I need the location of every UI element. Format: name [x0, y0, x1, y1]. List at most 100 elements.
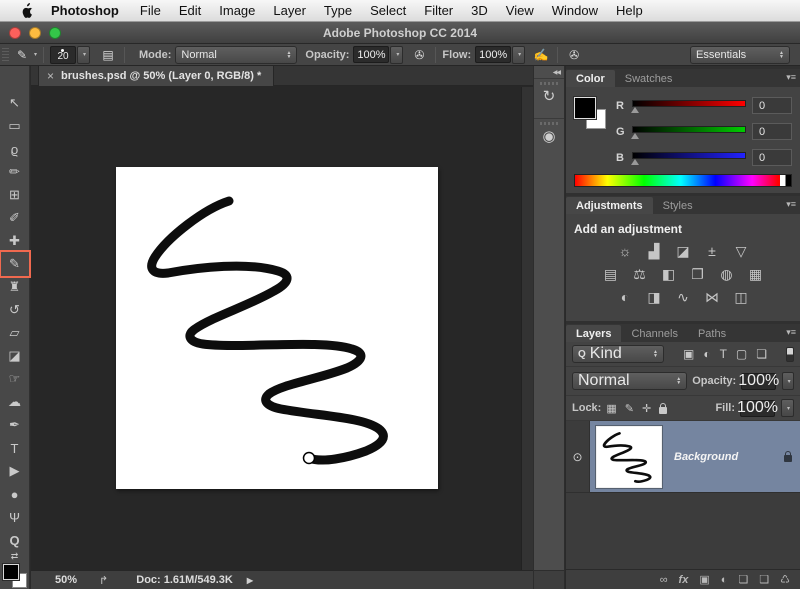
menu-item-window[interactable]: Window [543, 0, 607, 22]
brush-size-dropdown-button[interactable]: ▾ [77, 46, 90, 64]
foreground-color-swatch[interactable] [574, 97, 596, 119]
menu-item-photoshop[interactable]: Photoshop [42, 0, 131, 22]
menu-item-file[interactable]: File [131, 0, 170, 22]
menu-item-image[interactable]: Image [210, 0, 264, 22]
exposure-icon[interactable]: ± [704, 244, 720, 259]
channel-value-field[interactable]: 0 [752, 123, 792, 140]
menu-item-select[interactable]: Select [361, 0, 415, 22]
gradient-tool[interactable]: ◪ [2, 345, 28, 367]
lock-all-icon[interactable] [659, 407, 667, 414]
layers-tab-layers[interactable]: Layers [566, 325, 621, 342]
gradient-map-icon[interactable]: ◫ [733, 290, 749, 305]
channel-value-field[interactable]: 0 [752, 149, 792, 166]
brush-size-field[interactable]: 20 [50, 46, 76, 64]
menu-item-layer[interactable]: Layer [264, 0, 315, 22]
layers-tab-channels[interactable]: Channels [621, 325, 687, 342]
hue-saturation-icon[interactable]: ▤ [603, 267, 619, 282]
hand-tool[interactable]: Ψ [2, 506, 28, 528]
flow-dropdown-button[interactable]: ▾ [512, 46, 525, 64]
collapse-panels-icon[interactable]: ◀◀ [534, 66, 564, 78]
mode-select[interactable]: Normal ▲▼ [175, 46, 297, 64]
close-window-button[interactable] [9, 27, 21, 39]
pen-tool[interactable]: ✒ [2, 414, 28, 436]
color-balance-icon[interactable]: ⚖ [632, 267, 648, 282]
menu-item-help[interactable]: Help [607, 0, 652, 22]
lock-move-icon[interactable]: ✛ [642, 402, 651, 415]
blur-tool[interactable]: ☁ [2, 391, 28, 413]
slider-thumb[interactable] [631, 133, 639, 139]
spot-healing-brush-tool[interactable]: ✚ [2, 230, 28, 252]
clone-stamp-tool[interactable]: ♜ [2, 276, 28, 298]
panel-menu-icon[interactable]: ▾≡ [786, 199, 796, 210]
filter-adjustment-layers-icon[interactable]: ◐ [703, 347, 710, 361]
curves-icon[interactable]: ◪ [675, 244, 691, 259]
panel-menu-icon[interactable]: ▾≡ [786, 327, 796, 338]
color-tab-swatches[interactable]: Swatches [615, 70, 683, 87]
menu-item-filter[interactable]: Filter [415, 0, 462, 22]
menu-item-type[interactable]: Type [315, 0, 361, 22]
brightness-contrast-icon[interactable]: ☼ [617, 244, 633, 259]
channel-value-field[interactable]: 0 [752, 97, 792, 114]
tablet-pressure-opacity-icon[interactable]: ✇ [409, 46, 429, 64]
pasteboard[interactable] [31, 87, 521, 570]
delete-layer-icon[interactable]: ♺ [780, 574, 790, 586]
layer-fill-field[interactable]: 100% [740, 400, 775, 417]
new-adjustment-layer-icon[interactable]: ◐ [721, 574, 728, 586]
swap-colors-icon[interactable]: ⇄ [2, 551, 28, 562]
invert-icon[interactable]: ◐ [617, 290, 633, 305]
color-spectrum-ramp[interactable] [574, 174, 792, 187]
layer-fill-dropdown-button[interactable]: ▾ [781, 399, 794, 417]
color-lookup-icon[interactable]: ▦ [748, 267, 764, 282]
flow-field[interactable]: 100% [475, 46, 511, 63]
type-tool[interactable]: T [2, 437, 28, 459]
layer-style-icon[interactable]: fx [679, 574, 689, 586]
selective-color-icon[interactable]: ⋈ [704, 290, 720, 305]
zoom-level-field[interactable]: 50% [55, 574, 77, 586]
toggle-brush-panel-icon[interactable]: ▤ [98, 46, 118, 64]
opacity-dropdown-button[interactable]: ▾ [390, 46, 403, 64]
history-panel-button[interactable]: ↻ [534, 78, 564, 118]
brush-preset-icon[interactable]: ✎ [12, 46, 32, 64]
black-white-icon[interactable]: ◧ [661, 267, 677, 282]
opacity-field[interactable]: 100% [353, 46, 389, 63]
photo-filter-icon[interactable]: ❐ [690, 267, 706, 282]
layer-filter-toggle[interactable] [786, 347, 794, 362]
layer-opacity-dropdown-button[interactable]: ▾ [782, 372, 794, 390]
quick-selection-tool[interactable]: ✏ [2, 161, 28, 183]
adjustments-tab-styles[interactable]: Styles [653, 197, 703, 214]
posterize-icon[interactable]: ◨ [646, 290, 662, 305]
add-layer-mask-icon[interactable]: ▣ [699, 574, 709, 586]
canvas[interactable] [116, 167, 438, 489]
menu-item-view[interactable]: View [497, 0, 543, 22]
filter-smart-objects-icon[interactable]: ❏ [756, 347, 767, 361]
layer-opacity-field[interactable]: 100% [741, 373, 776, 390]
apple-icon[interactable] [14, 3, 40, 18]
eraser-tool[interactable]: ▱ [2, 322, 28, 344]
zoom-window-button[interactable] [49, 27, 61, 39]
layer-visibility-eye-icon[interactable]: ⊙ [566, 421, 590, 492]
layer-filter-select[interactable]: Q Kind ▲▼ [572, 345, 664, 363]
tablet-pressure-size-icon[interactable]: ✇ [564, 46, 584, 64]
ellipse-tool[interactable]: ● [2, 483, 28, 505]
workspace-select[interactable]: Essentials ▲▼ [690, 46, 790, 64]
vertical-scrollbar[interactable] [521, 87, 533, 570]
blend-mode-select[interactable]: Normal ▲▼ [572, 372, 687, 390]
new-layer-icon[interactable]: ❑ [759, 574, 769, 586]
brush-preset-caret-icon[interactable]: ▾ [34, 51, 37, 58]
close-tab-icon[interactable]: × [47, 69, 54, 83]
minimize-window-button[interactable] [29, 27, 41, 39]
channel-mixer-icon[interactable]: ◍ [719, 267, 735, 282]
smudge-tool[interactable]: ☞ [2, 368, 28, 390]
channel-slider-b[interactable] [632, 152, 746, 164]
lock-transparency-icon[interactable]: ▦ [606, 402, 616, 415]
brush-tool[interactable]: ✎ [2, 253, 28, 275]
rectangular-marquee-tool[interactable]: ▭ [2, 115, 28, 137]
color-tab-color[interactable]: Color [566, 70, 615, 87]
threshold-icon[interactable]: ∿ [675, 290, 691, 305]
eyedropper-tool[interactable]: ✐ [2, 207, 28, 229]
channel-slider-g[interactable] [632, 126, 746, 138]
foreground-color-swatch[interactable] [3, 564, 19, 580]
options-bar-grip[interactable] [2, 48, 9, 62]
menu-item-3d[interactable]: 3D [462, 0, 497, 22]
panel-menu-icon[interactable]: ▾≡ [786, 72, 796, 83]
